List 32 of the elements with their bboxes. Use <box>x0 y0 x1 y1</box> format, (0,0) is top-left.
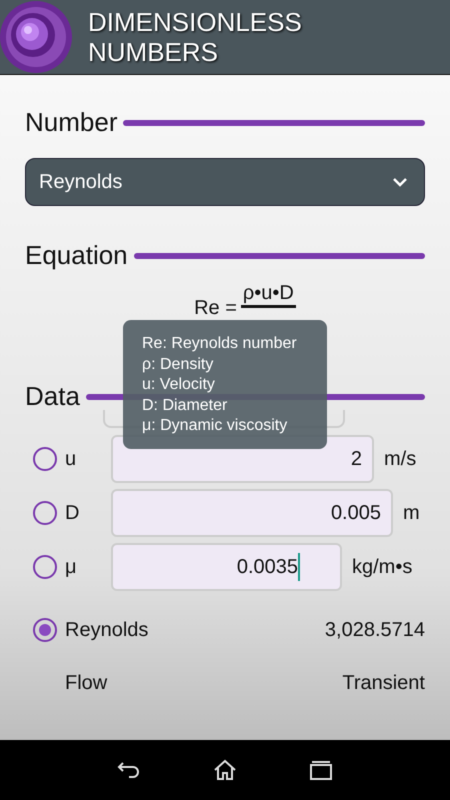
radio-button[interactable] <box>33 555 57 579</box>
back-icon[interactable] <box>117 760 141 780</box>
recent-apps-icon[interactable] <box>309 759 333 781</box>
flow-label: Flow <box>65 671 108 696</box>
tooltip-line: ρ: Density <box>142 354 214 374</box>
tooltip-line: D: Diameter <box>142 396 228 416</box>
number-dropdown[interactable]: Reynolds <box>25 158 425 206</box>
tooltip-line: u: Velocity <box>142 375 215 395</box>
equation-numerator: ρ•u•D <box>240 281 296 308</box>
unit-label: kg/m•s <box>352 555 412 580</box>
home-icon[interactable] <box>213 759 237 781</box>
section-heading: Data <box>25 380 80 413</box>
unit-label: m/s <box>384 447 416 472</box>
radio-button[interactable] <box>33 618 57 642</box>
equation-text: Re = <box>194 297 237 319</box>
tooltip-line: Re: Reynolds number <box>142 334 297 354</box>
app-title: DIMENSIONLESS NUMBERS <box>88 7 303 67</box>
input-field[interactable]: 0.0035 <box>111 543 342 591</box>
result-label: Reynolds <box>65 618 148 643</box>
radio-button[interactable] <box>33 447 57 471</box>
variable-label: u <box>65 447 78 472</box>
variable-label: D <box>65 501 80 526</box>
flow-value: Transient <box>342 671 425 696</box>
chevron-down-icon <box>392 177 408 187</box>
tooltip-line: μ: Dynamic viscosity <box>142 416 288 436</box>
section-heading: Number <box>25 106 118 139</box>
radio-button[interactable] <box>33 501 57 525</box>
section-heading: Equation <box>25 239 128 272</box>
input-field[interactable]: 0.005 <box>111 489 393 537</box>
variable-label: μ <box>65 555 78 580</box>
result-value: 3,028.5714 <box>324 618 425 643</box>
unit-label: m <box>403 501 420 526</box>
